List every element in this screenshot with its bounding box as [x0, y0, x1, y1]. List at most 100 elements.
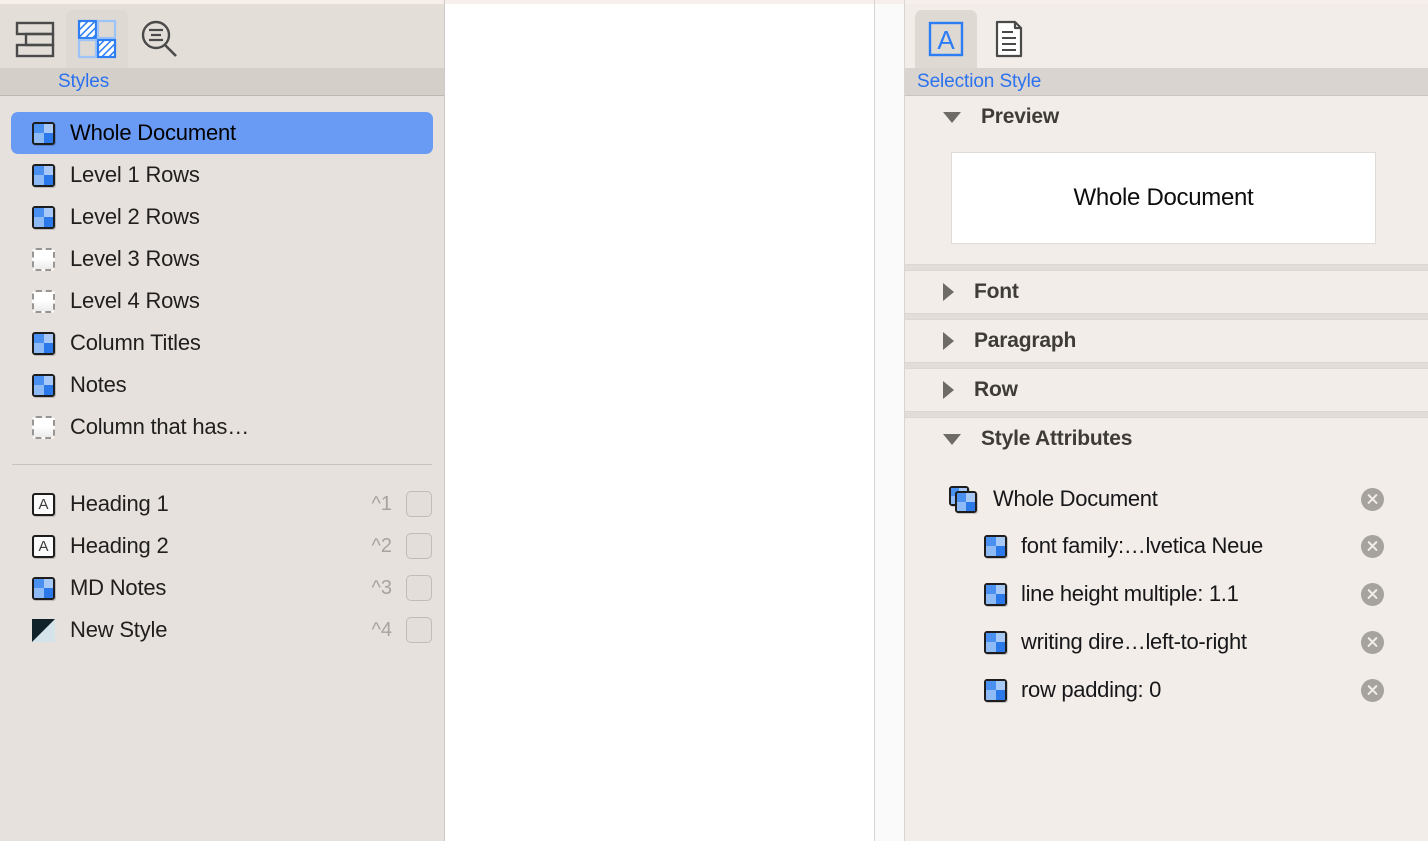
checkerboard-icon [32, 163, 55, 187]
section-separator [905, 264, 1428, 271]
style-item-label: Column that has… [70, 414, 249, 439]
shortcut-item-label: Heading 2 [70, 533, 169, 558]
shortcut-item-label: MD Notes [70, 575, 167, 600]
shortcut-item-heading-2[interactable]: A Heading 2 ^2 [11, 525, 432, 567]
remove-attribute-button[interactable] [1361, 487, 1384, 511]
inspector-tab-label: Selection Style [917, 70, 1042, 92]
section-title: Font [974, 280, 1019, 303]
document-style-tab[interactable] [977, 10, 1039, 68]
style-item-column-that-has[interactable]: Column that has… [11, 406, 433, 448]
selection-style-tab[interactable]: A [915, 10, 977, 68]
style-item-level-1-rows[interactable]: Level 1 Rows [11, 154, 433, 196]
shortcut-checkbox[interactable] [406, 617, 432, 643]
attribute-label: row padding: 0 [1021, 677, 1162, 702]
section-header-style-attributes[interactable]: Style Attributes [905, 418, 1428, 460]
attribute-group-whole-document[interactable]: Whole Document [905, 476, 1428, 522]
dashed-empty-icon [32, 247, 55, 271]
section-header-preview[interactable]: Preview [905, 96, 1428, 138]
search-tab[interactable] [128, 10, 190, 68]
checkerboard-icon [984, 678, 1007, 702]
section-header-paragraph[interactable]: Paragraph [905, 320, 1428, 362]
section-header-row[interactable]: Row [905, 369, 1428, 411]
layout-tab[interactable] [4, 10, 66, 68]
section-separator [905, 362, 1428, 369]
chevron-down-icon [943, 433, 961, 445]
letter-a-icon: A [32, 492, 55, 516]
shortcut-checkbox[interactable] [406, 575, 432, 601]
document-text-icon [995, 20, 1023, 58]
section-separator [905, 411, 1428, 418]
style-item-notes[interactable]: Notes [11, 364, 433, 406]
search-document-icon [141, 20, 177, 57]
attribute-row-font-family[interactable]: font family:…lvetica Neue [905, 522, 1428, 570]
shortcut-item-new-style[interactable]: New Style ^4 [11, 609, 432, 651]
style-preview-box: Whole Document [951, 152, 1376, 244]
checkerboard-icon [984, 534, 1007, 558]
section-title: Style Attributes [981, 427, 1133, 450]
diagonal-split-icon [32, 618, 55, 642]
style-item-label: Level 3 Rows [70, 246, 200, 271]
section-title: Paragraph [974, 329, 1077, 352]
dashed-empty-icon [32, 415, 55, 439]
style-item-label: Notes [70, 372, 127, 397]
preview-sample-text: Whole Document [1073, 184, 1254, 211]
style-item-column-titles[interactable]: Column Titles [11, 322, 433, 364]
styles-tab-label: Styles [58, 70, 110, 92]
shortcut-item-md-notes[interactable]: MD Notes ^3 [11, 567, 432, 609]
style-shortcuts-list: A Heading 1 ^1 A Heading 2 ^2 MD Notes ^… [0, 465, 444, 651]
remove-attribute-button[interactable] [1361, 582, 1384, 606]
inspector-toolbar: A [905, 0, 1428, 68]
attribute-row-writing-direction[interactable]: writing dire…left-to-right [905, 618, 1428, 666]
styles-sidebar-toolbar [0, 0, 444, 68]
attribute-label: font family:…lvetica Neue [1021, 533, 1263, 558]
style-item-level-2-rows[interactable]: Level 2 Rows [11, 196, 433, 238]
letter-a-boxed-icon: A [928, 21, 964, 57]
chevron-right-icon [943, 283, 954, 301]
styles-checkerboard-icon [77, 19, 117, 59]
document-canvas[interactable] [445, 0, 875, 841]
inspector-body: Preview Whole Document Font Paragraph Ro [905, 96, 1428, 841]
remove-attribute-button[interactable] [1361, 534, 1384, 558]
style-item-label: Level 4 Rows [70, 288, 200, 313]
attribute-label: writing dire…left-to-right [1021, 629, 1247, 654]
style-item-level-3-rows[interactable]: Level 3 Rows [11, 238, 433, 280]
section-header-font[interactable]: Font [905, 271, 1428, 313]
canvas-gutter [875, 0, 905, 841]
remove-attribute-button[interactable] [1361, 678, 1384, 702]
shortcut-item-label: New Style [70, 617, 168, 642]
chevron-right-icon [943, 332, 954, 350]
styles-inspector-window: Styles Whole Document Level 1 Rows Level… [0, 0, 1428, 841]
attribute-row-row-padding[interactable]: row padding: 0 [905, 666, 1428, 714]
chevron-right-icon [943, 381, 954, 399]
attribute-label: line height multiple: 1.1 [1021, 581, 1239, 606]
style-item-level-4-rows[interactable]: Level 4 Rows [11, 280, 433, 322]
checkerboard-icon [32, 121, 55, 145]
styles-sidebar: Styles Whole Document Level 1 Rows Level… [0, 0, 445, 841]
style-item-label: Level 2 Rows [70, 204, 200, 229]
checkerboard-icon [984, 630, 1007, 654]
checkerboard-icon [32, 576, 55, 600]
shortcut-checkbox[interactable] [406, 491, 432, 517]
styles-tab[interactable] [66, 10, 128, 68]
checkerboard-icon [32, 331, 55, 355]
style-item-label: Whole Document [70, 120, 236, 145]
inspector-panel: A Selection Style Preview Whole Document… [905, 0, 1428, 841]
shortcut-checkbox[interactable] [406, 533, 432, 559]
style-item-label: Column Titles [70, 330, 201, 355]
section-title: Row [974, 378, 1018, 401]
shortcut-key-label: ^4 [371, 618, 392, 641]
checkerboard-icon [32, 373, 55, 397]
style-item-label: Level 1 Rows [70, 162, 200, 187]
checkerboard-icon [32, 205, 55, 229]
shortcut-key-label: ^3 [371, 576, 392, 599]
styles-list: Whole Document Level 1 Rows Level 2 Rows… [0, 96, 444, 448]
shortcut-key-label: ^1 [371, 492, 392, 515]
stacked-checkerboard-icon [949, 486, 979, 513]
attribute-row-line-height[interactable]: line height multiple: 1.1 [905, 570, 1428, 618]
style-item-whole-document[interactable]: Whole Document [11, 112, 433, 154]
attribute-group-label: Whole Document [993, 486, 1158, 511]
remove-attribute-button[interactable] [1361, 630, 1384, 654]
section-separator [905, 313, 1428, 320]
section-title: Preview [981, 105, 1059, 128]
shortcut-item-heading-1[interactable]: A Heading 1 ^1 [11, 483, 432, 525]
